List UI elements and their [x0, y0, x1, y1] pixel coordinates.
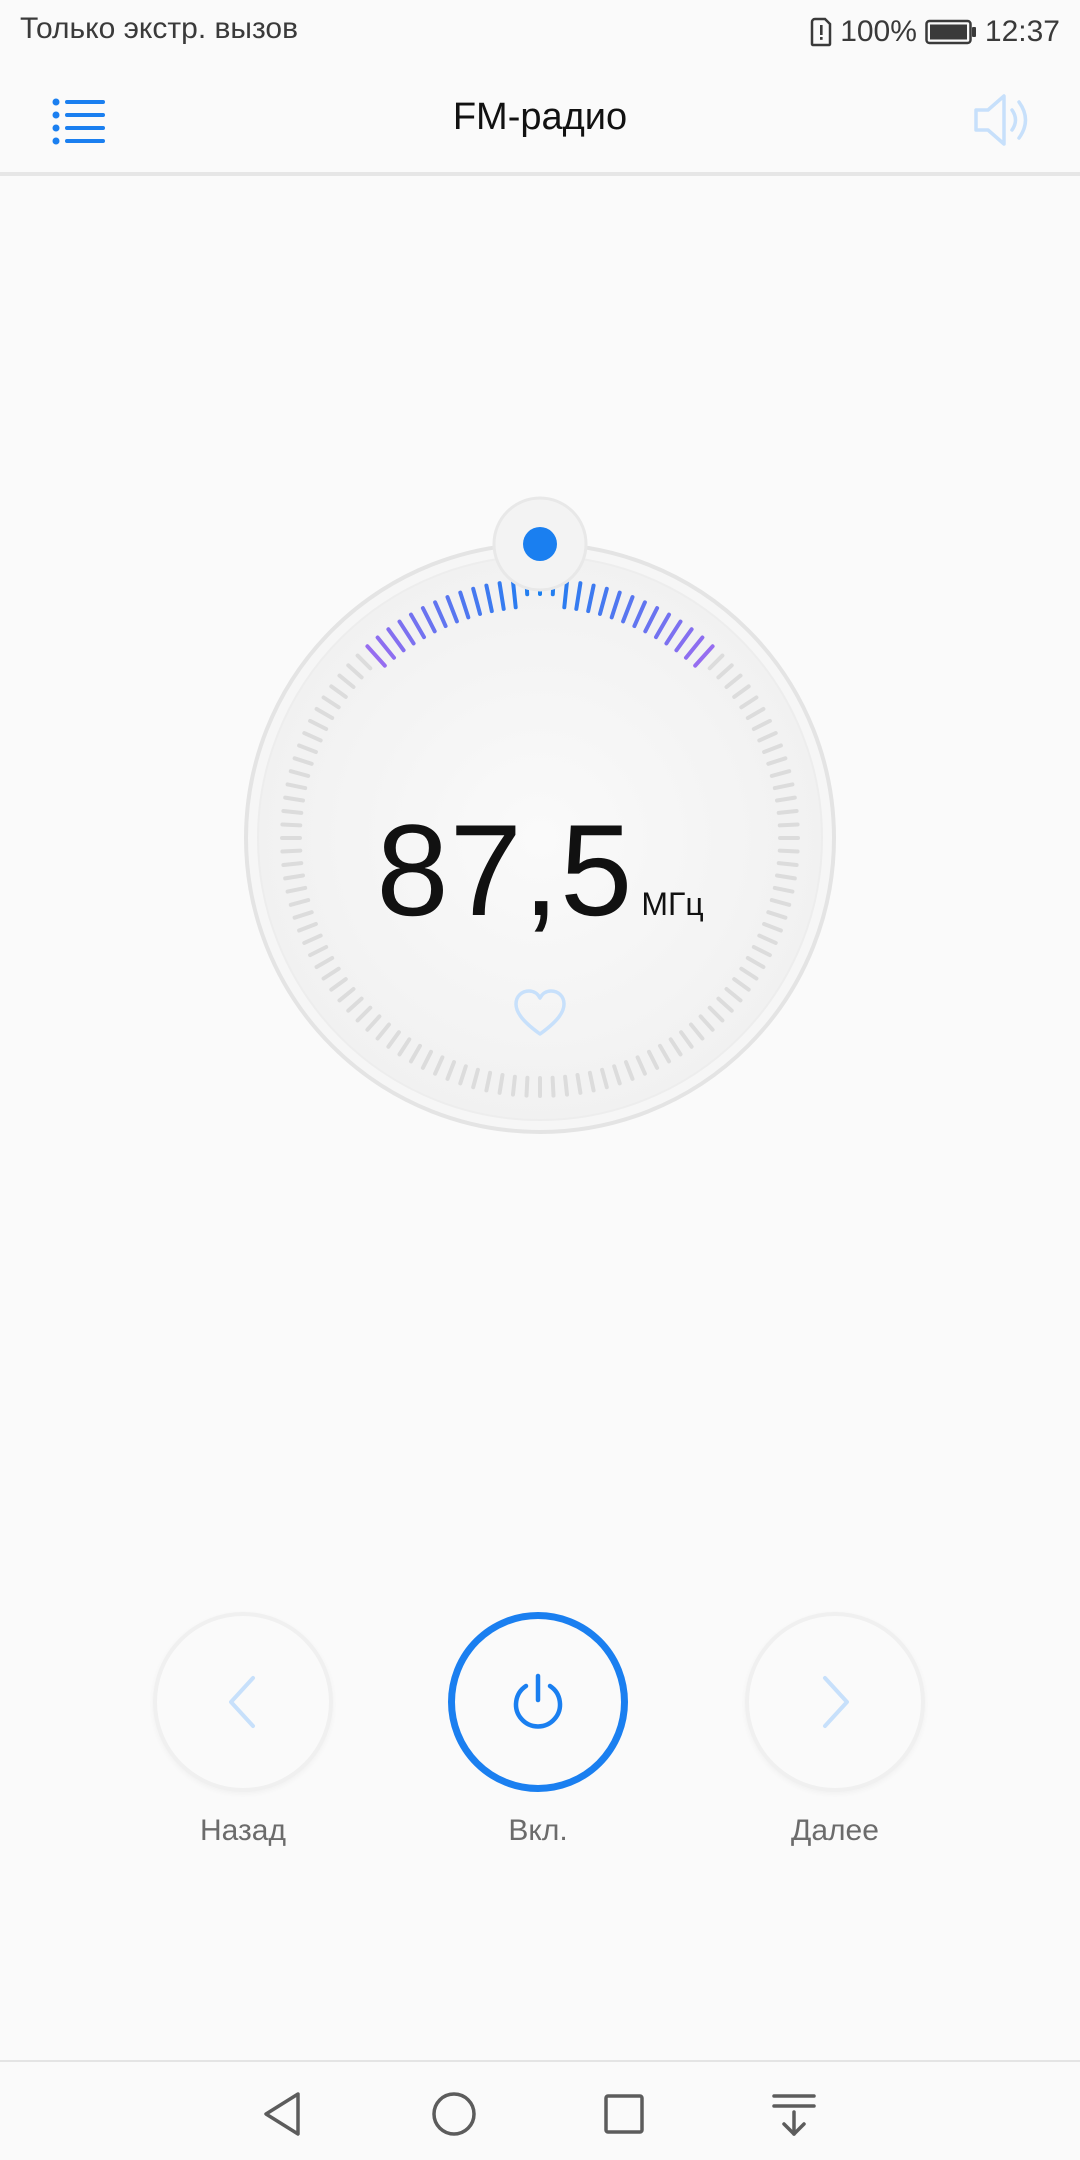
chevron-left-icon: [229, 1676, 255, 1728]
app-title: FM-радио: [452, 96, 628, 138]
status-right-group: 100% 12:37: [810, 12, 1060, 52]
prev-station-label: Назад: [200, 1814, 286, 1847]
dial-tick: [524, 1075, 530, 1098]
notifications-pull-icon: [772, 2094, 816, 2136]
power-button[interactable]: [448, 1612, 628, 1792]
chevron-right-icon: [823, 1676, 849, 1728]
battery-percent: 100%: [840, 15, 917, 48]
dial-tick-active: [562, 579, 569, 610]
tuner-dial[interactable]: 87,5 МГц: [240, 490, 840, 1140]
dial-knob-dot: [523, 527, 557, 561]
status-bar: Только экстр. вызов 100% 12:37: [0, 0, 1080, 62]
status-time: 12:37: [984, 15, 1060, 48]
next-station-button[interactable]: [745, 1612, 925, 1792]
back-icon: [264, 2092, 300, 2136]
frequency-unit: МГц: [641, 886, 704, 922]
app-bar: FM-радио: [0, 62, 1080, 176]
speaker-toggle-button[interactable]: [970, 88, 1040, 152]
battery-icon: [925, 19, 977, 45]
nav-notifications-button[interactable]: [768, 2088, 820, 2140]
favorite-button[interactable]: [512, 986, 568, 1042]
next-station-label: Далее: [791, 1814, 879, 1847]
heart-outline-icon: [514, 989, 566, 1036]
power-label: Вкл.: [508, 1814, 568, 1847]
dial-tick-active: [511, 579, 518, 610]
prev-station-button[interactable]: [153, 1612, 333, 1792]
dial-tick: [563, 1074, 569, 1097]
nav-home-button[interactable]: [428, 2088, 480, 2140]
recents-icon: [604, 2094, 644, 2134]
nav-back-button[interactable]: [258, 2088, 310, 2140]
power-icon: [513, 1673, 563, 1729]
sim-alert-icon: [810, 17, 832, 47]
frequency-value: 87,5: [376, 797, 634, 943]
dial-tick: [511, 1074, 517, 1097]
nav-recents-button[interactable]: [598, 2088, 650, 2140]
status-carrier-text: Только экстр. вызов: [20, 12, 299, 45]
frequency-display: 87,5 МГц: [240, 795, 840, 945]
fm-radio-screen: Только экстр. вызов 100% 12:37 FM-радио …: [0, 0, 1080, 2160]
system-nav-bar: [0, 2060, 1080, 2160]
home-icon: [432, 2092, 476, 2136]
dial-tick: [550, 1075, 556, 1098]
speaker-icon: [974, 94, 1028, 146]
